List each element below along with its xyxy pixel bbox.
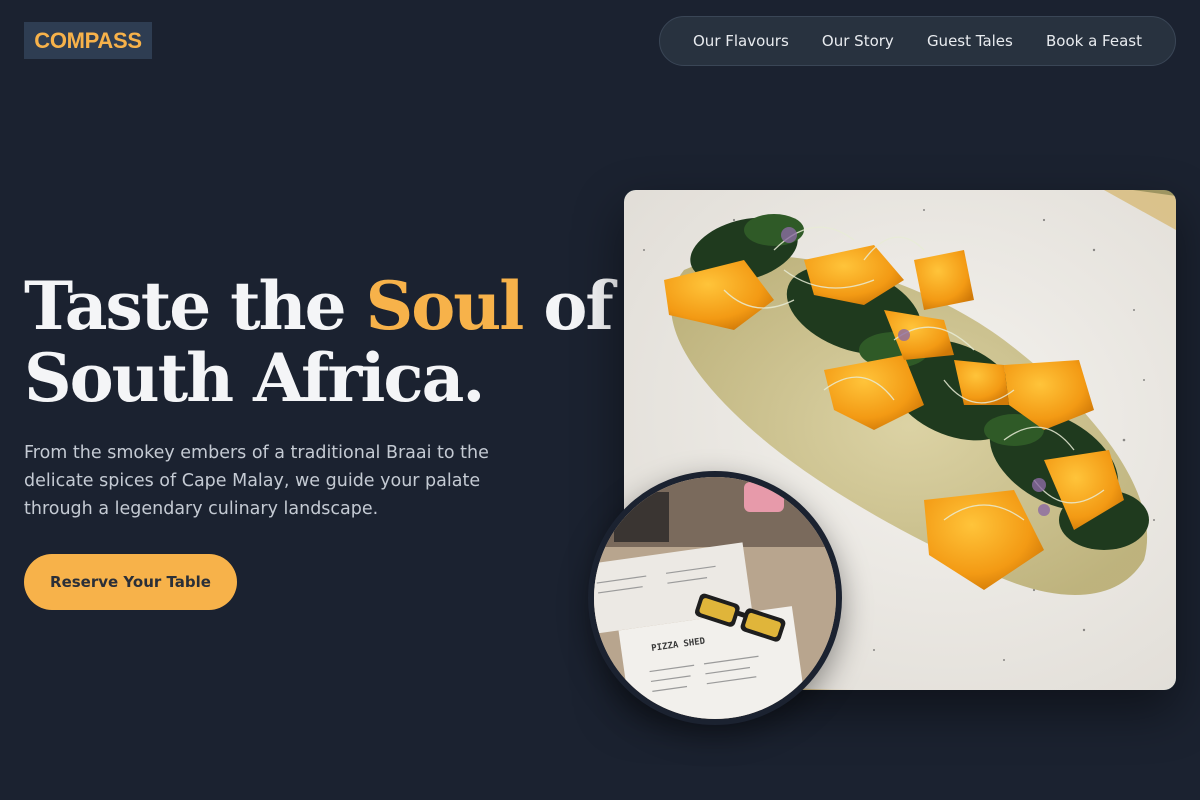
- nav-item-our-flavours[interactable]: Our Flavours: [693, 32, 789, 50]
- hero-headline: Taste the Soul of South Africa.: [24, 270, 614, 414]
- landing-page: COMPASS Our Flavours Our Story Guest Tal…: [0, 0, 1200, 800]
- nav-item-book-a-feast[interactable]: Book a Feast: [1046, 32, 1142, 50]
- headline-line2: South Africa.: [24, 339, 485, 417]
- menu-sunglasses-image: PIZZA SHED: [594, 477, 836, 719]
- headline-part1: Taste the: [24, 267, 366, 345]
- reserve-table-button[interactable]: Reserve Your Table: [24, 554, 237, 610]
- nav-item-our-story[interactable]: Our Story: [822, 32, 894, 50]
- brand-logo[interactable]: COMPASS: [24, 22, 152, 59]
- hero-lead-text: From the smokey embers of a traditional …: [24, 443, 489, 519]
- headline-part2: of: [522, 267, 613, 345]
- nav-item-guest-tales[interactable]: Guest Tales: [927, 32, 1013, 50]
- inset-table-photo: PIZZA SHED: [588, 471, 842, 725]
- main-nav: Our Flavours Our Story Guest Tales Book …: [659, 16, 1176, 66]
- headline-accent: Soul: [365, 267, 525, 345]
